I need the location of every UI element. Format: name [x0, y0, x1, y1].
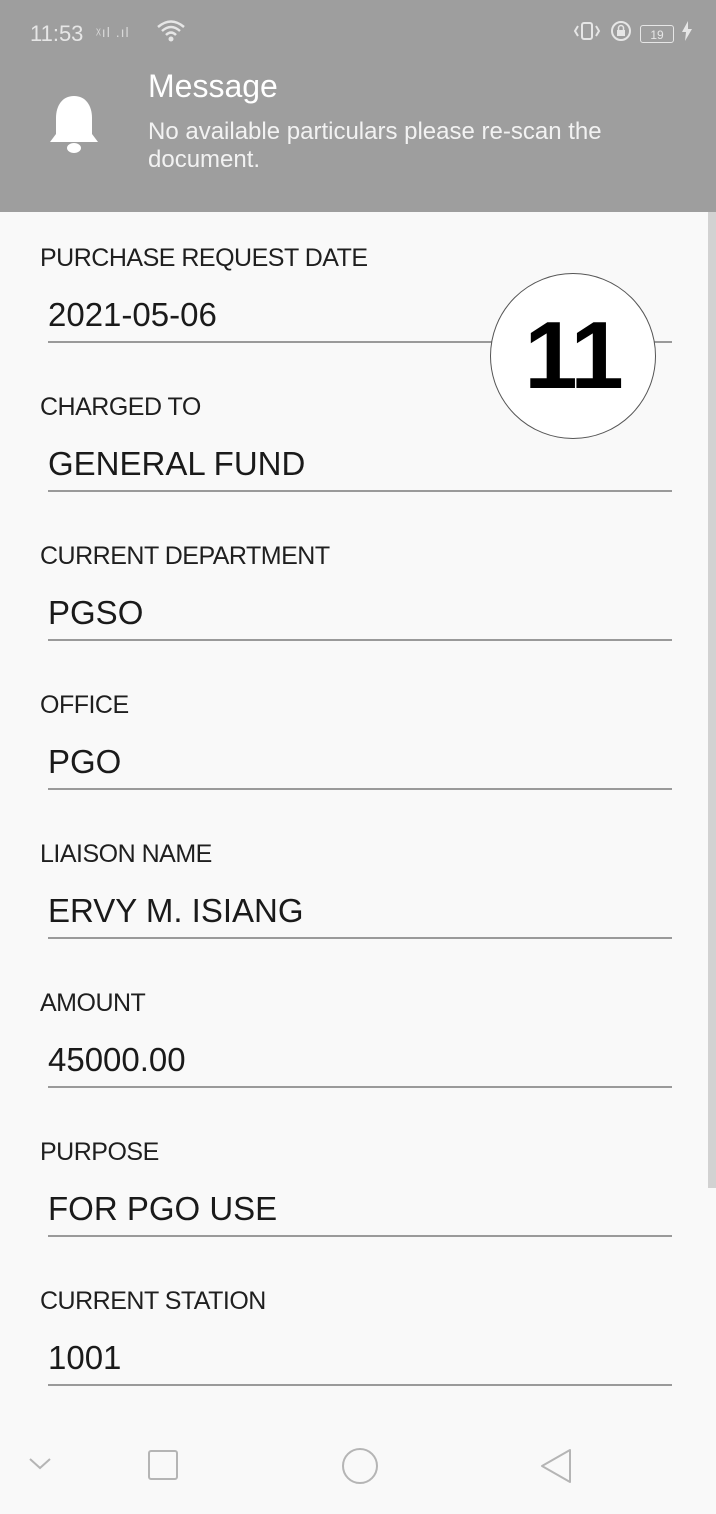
field-underline: [48, 1384, 672, 1386]
field-underline: [48, 639, 672, 641]
vibrate-icon: [572, 20, 602, 47]
field-underline: [48, 788, 672, 790]
chevron-down-icon[interactable]: [26, 1454, 54, 1479]
field-underline: [48, 1235, 672, 1237]
status-icons: 19: [572, 20, 692, 47]
field-purpose: PURPOSE FOR PGO USE: [0, 1106, 708, 1255]
navigation-bar: [0, 1418, 716, 1514]
field-underline: [48, 1086, 672, 1088]
field-value[interactable]: 45000.00: [48, 1041, 186, 1079]
status-time: 11:53: [30, 21, 84, 46]
field-label: PURPOSE: [40, 1138, 159, 1166]
field-current-department: CURRENT DEPARTMENT PGSO: [0, 510, 708, 659]
notification-body: No available particulars please re-scan …: [148, 118, 602, 173]
notification-banner[interactable]: Message No available particulars please …: [0, 66, 716, 212]
field-underline: [48, 937, 672, 939]
signal-icon: ᵡıl .ıl: [96, 24, 130, 40]
recents-icon[interactable]: [146, 1448, 180, 1487]
field-value[interactable]: PGSO: [48, 594, 143, 632]
scrollbar[interactable]: [708, 212, 716, 1188]
field-office: OFFICE PGO: [0, 659, 708, 808]
notification-title: Message: [148, 68, 278, 104]
field-label: AMOUNT: [40, 989, 146, 1017]
field-value[interactable]: 2021-05-06: [48, 296, 217, 334]
field-current-station: CURRENT STATION 1001: [0, 1255, 708, 1404]
home-icon[interactable]: [340, 1446, 380, 1491]
field-value[interactable]: FOR PGO USE: [48, 1190, 277, 1228]
bell-icon: [46, 92, 102, 161]
field-value[interactable]: ERVY M. ISIANG: [48, 892, 304, 930]
field-label: CURRENT STATION: [40, 1287, 266, 1315]
back-icon[interactable]: [536, 1446, 576, 1491]
field-label: OFFICE: [40, 691, 129, 719]
field-amount: AMOUNT 45000.00: [0, 957, 708, 1106]
field-value[interactable]: 1001: [48, 1339, 121, 1377]
field-value[interactable]: PGO: [48, 743, 121, 781]
rotation-lock-icon: [610, 20, 632, 47]
wifi-icon: [156, 18, 186, 49]
field-liaison-name: LIAISON NAME ERVY M. ISIANG: [0, 808, 708, 957]
field-label: CHARGED TO: [40, 393, 201, 421]
field-label: PURCHASE REQUEST DATE: [40, 244, 368, 272]
battery-icon: 19: [640, 24, 674, 43]
annotation-badge: 11: [490, 273, 656, 439]
field-label: CURRENT DEPARTMENT: [40, 542, 330, 570]
status-bar: 11:53 ᵡıl .ıl 19: [0, 0, 716, 66]
charging-icon: [682, 21, 692, 46]
field-underline: [48, 490, 672, 492]
field-value[interactable]: GENERAL FUND: [48, 445, 305, 483]
field-label: LIAISON NAME: [40, 840, 212, 868]
